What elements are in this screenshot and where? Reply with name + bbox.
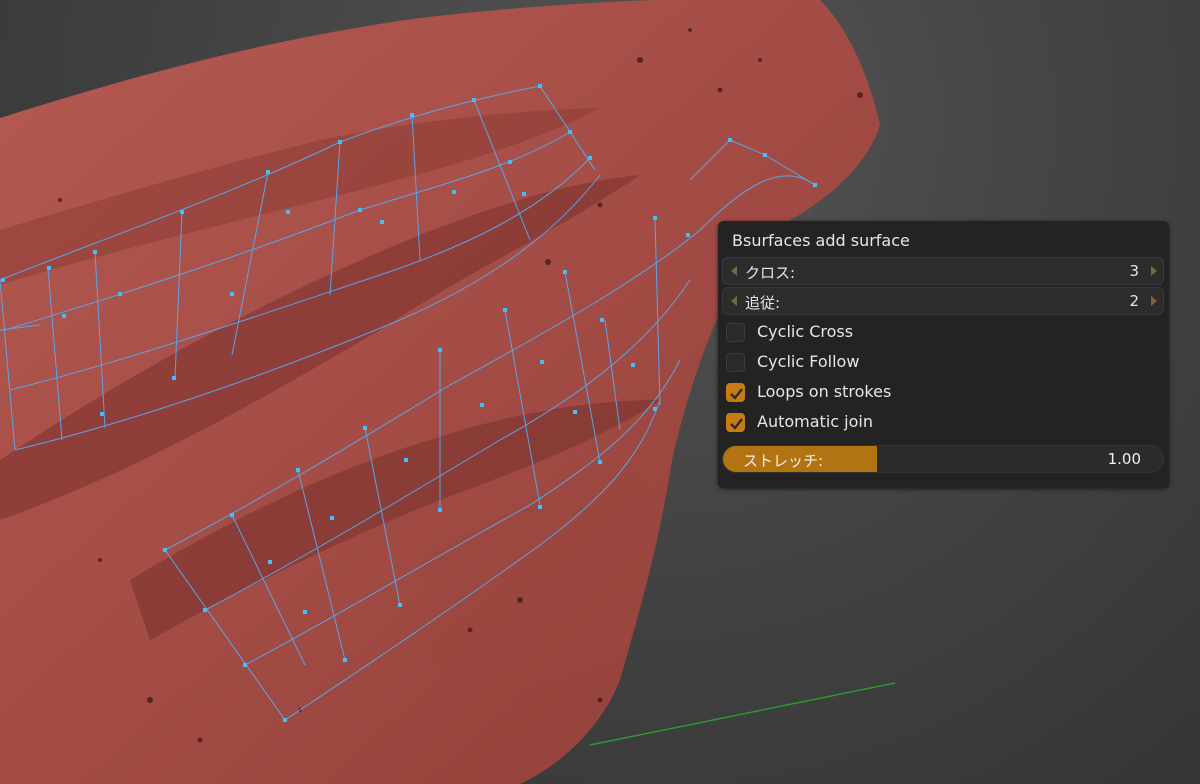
follow-label: 追従: [745, 294, 781, 312]
stretch-slider[interactable]: ストレッチ: 1.00 [722, 445, 1164, 473]
checkmark-icon[interactable] [726, 383, 745, 402]
checkbox-unchecked-icon[interactable] [726, 323, 745, 342]
stretch-value: 1.00 [1107, 450, 1141, 468]
decrement-arrow-icon[interactable] [731, 296, 737, 306]
cross-field[interactable]: クロス: 3 [722, 257, 1164, 285]
checkbox-label: Cyclic Follow [757, 352, 860, 371]
follow-value: 2 [1129, 292, 1139, 310]
axis-line [589, 682, 896, 746]
checkbox-label: Cyclic Cross [757, 322, 854, 341]
increment-arrow-icon[interactable] [1151, 266, 1157, 276]
checkbox-label: Loops on strokes [757, 382, 892, 401]
cross-label: クロス: [745, 264, 796, 282]
stretch-label: ストレッチ: [743, 452, 824, 470]
operator-redo-panel: Bsurfaces add surface クロス: 3 追従: 2 Cycli… [718, 221, 1169, 488]
checkmark-icon[interactable] [726, 413, 745, 432]
increment-arrow-icon[interactable] [1151, 296, 1157, 306]
checkbox-unchecked-icon[interactable] [726, 353, 745, 372]
panel-title: Bsurfaces add surface [732, 231, 910, 250]
follow-field[interactable]: 追従: 2 [722, 287, 1164, 315]
cross-value: 3 [1129, 262, 1139, 280]
checkbox-label: Automatic join [757, 412, 873, 431]
decrement-arrow-icon[interactable] [731, 266, 737, 276]
